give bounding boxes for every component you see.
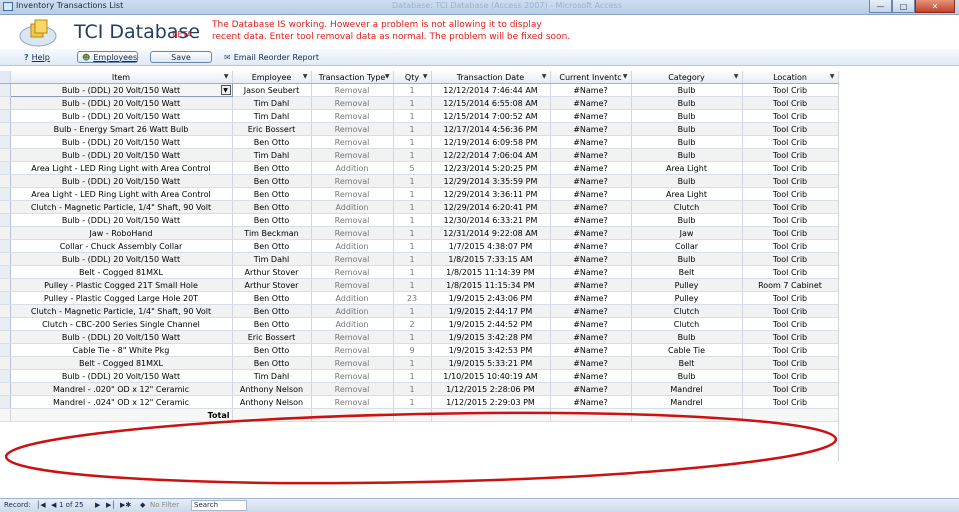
red-annotation-ellipse <box>4 411 838 485</box>
next-record-button[interactable]: ▶ <box>95 500 100 511</box>
no-filter-icon: ◆ <box>140 501 146 509</box>
record-label: Record: <box>4 501 31 509</box>
search-box[interactable]: Search <box>191 500 247 511</box>
filter-status[interactable]: No Filter <box>150 500 179 511</box>
record-position[interactable]: 1 of 25 <box>59 500 84 511</box>
prev-record-button[interactable]: ◀ <box>51 500 56 511</box>
last-record-button[interactable]: ▶│ <box>106 500 116 511</box>
first-record-button[interactable]: │◀ <box>36 500 46 511</box>
record-navigator: Record: │◀ ◀ 1 of 25 ▶ ▶│ ▶✱ ◆ No Filter… <box>0 498 959 512</box>
new-record-button[interactable]: ▶✱ <box>120 500 131 511</box>
